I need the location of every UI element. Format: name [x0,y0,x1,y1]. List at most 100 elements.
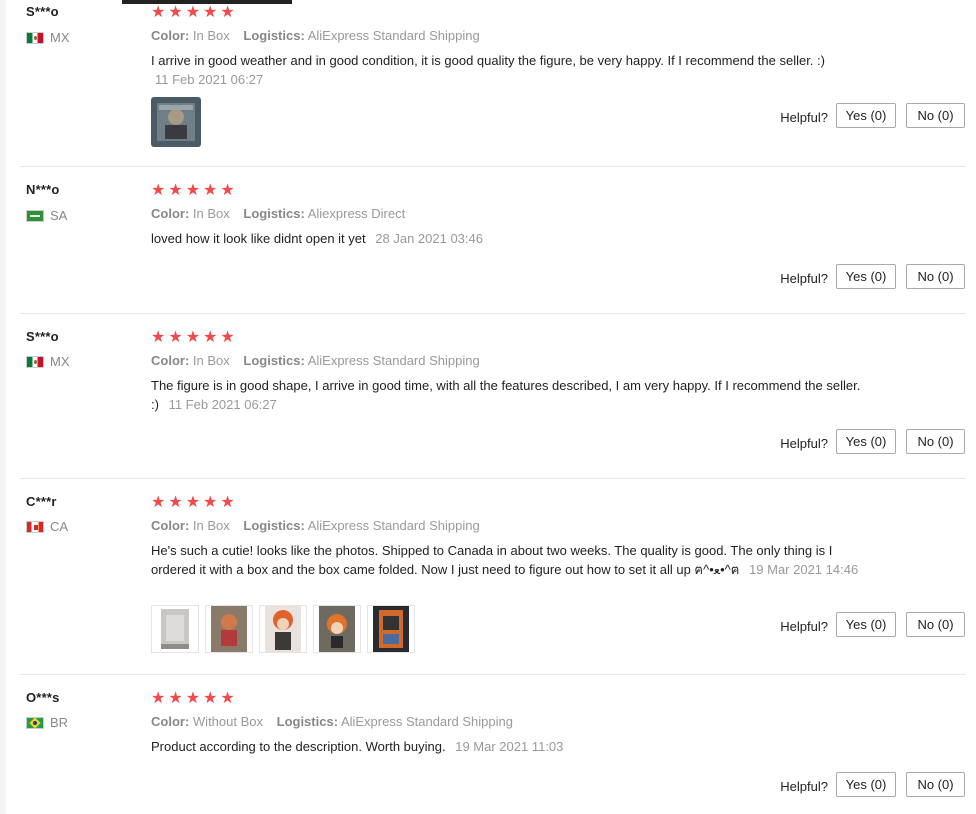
helpful-yes-button[interactable]: Yes (0) [836,264,896,289]
reviewer-name: S***o [26,4,59,19]
photo-box-art [373,606,409,652]
star-rating: ★ ★ ★ ★ ★ [151,330,235,346]
color-value: In Box [192,28,230,43]
helpful-yes-button[interactable]: Yes (0) [836,772,896,797]
color-value: In Box [192,353,230,368]
review-photo[interactable] [151,605,199,653]
reviewer-country: SA [26,208,67,223]
helpful-label: Helpful? [780,271,828,286]
star-icon: ★ [203,690,218,707]
review-meta: Color: In Box Logistics: AliExpress Stan… [151,353,490,368]
star-icon: ★ [151,4,166,21]
logistics-label: Logistics: [243,518,305,533]
helpful-label: Helpful? [780,110,828,125]
logistics-label: Logistics: [243,353,305,368]
reviewer-name: O***s [26,690,60,705]
star-icon: ★ [151,690,166,707]
star-icon: ★ [203,329,218,346]
logistics-value: AliExpress Standard Shipping [307,518,480,533]
review-meta: Color: Without Box Logistics: AliExpress… [151,714,523,729]
logistics-value: AliExpress Standard Shipping [307,353,480,368]
divider [20,313,966,314]
photo-package [161,609,189,649]
star-rating: ★ ★ ★ ★ ★ [151,691,235,707]
star-icon: ★ [203,182,218,199]
review-text: Product according to the description. Wo… [151,739,446,754]
photo-figure-head [319,606,355,652]
star-icon: ★ [220,494,235,511]
mexico-flag-icon [26,31,44,44]
divider [20,478,966,479]
review-text: He's such a cutie! looks like the photos… [151,543,833,577]
star-icon: ★ [168,4,183,21]
helpful-yes-button[interactable]: Yes (0) [836,429,896,454]
review-photo[interactable] [205,605,253,653]
review-text: loved how it look like didnt open it yet [151,231,366,246]
helpful-no-button[interactable]: No (0) [906,429,965,454]
star-icon: ★ [185,182,201,199]
helpful-yes-button[interactable]: Yes (0) [836,103,896,128]
star-icon: ★ [203,494,218,511]
review-text-block: Product according to the description. Wo… [151,737,861,756]
review-text-block: The figure is in good shape, I arrive in… [151,376,861,414]
review-date: 28 Jan 2021 03:46 [375,231,483,246]
review-photo[interactable] [313,605,361,653]
country-code: CA [50,519,69,534]
review-text: I arrive in good weather and in good con… [151,53,825,68]
review-date: 11 Feb 2021 06:27 [168,397,277,412]
color-label: Color: [151,353,190,368]
reviewer-name: S***o [26,329,59,344]
country-code: MX [50,354,70,369]
review-text-block: loved how it look like didnt open it yet… [151,229,861,248]
color-label: Color: [151,206,190,221]
star-icon: ★ [220,182,235,199]
review-meta: Color: In Box Logistics: AliExpress Stan… [151,28,490,43]
review-date: 19 Mar 2021 11:03 [455,739,564,754]
divider [20,674,966,675]
review-meta: Color: In Box Logistics: AliExpress Stan… [151,518,490,533]
photo-figure-back [211,606,247,652]
color-value: Without Box [192,714,263,729]
canada-flag-icon [26,520,44,533]
color-label: Color: [151,518,190,533]
review-photo[interactable] [367,605,415,653]
reviewer-country: CA [26,519,68,534]
reviewer-country: BR [26,715,68,730]
logistics-label: Logistics: [276,714,339,729]
helpful-yes-button[interactable]: Yes (0) [836,612,896,637]
country-code: SA [50,208,68,223]
logistics-label: Logistics: [243,206,305,221]
color-label: Color: [151,28,190,43]
star-icon: ★ [168,494,183,511]
reviewer-name: C***r [26,494,57,509]
helpful-no-button[interactable]: No (0) [906,103,965,128]
star-icon: ★ [151,329,166,346]
saudi-arabia-flag-icon [26,209,44,222]
star-rating: ★ ★ ★ ★ ★ [151,183,235,199]
review-meta: Color: In Box Logistics: Aliexpress Dire… [151,206,415,221]
review-text-block: He's such a cutie! looks like the photos… [151,541,861,579]
logistics-value: AliExpress Standard Shipping [340,714,513,729]
brazil-flag-icon [26,716,44,729]
helpful-no-button[interactable]: No (0) [906,264,965,289]
review-date: 11 Feb 2021 06:27 [155,72,264,87]
review-photo[interactable] [259,605,307,653]
star-icon: ★ [168,690,183,707]
review-photo[interactable] [151,97,201,147]
reviewer-country: MX [26,354,70,369]
star-rating: ★ ★ ★ ★ ★ [151,495,235,511]
star-icon: ★ [151,182,166,199]
logistics-value: AliExpress Standard Shipping [307,28,480,43]
photo-figure-front [265,606,301,652]
review-text-block: I arrive in good weather and in good con… [151,51,861,89]
mexico-flag-icon [26,355,44,368]
review-date: 19 Mar 2021 14:46 [749,562,859,577]
helpful-no-button[interactable]: No (0) [906,612,965,637]
star-icon: ★ [185,494,201,511]
divider [20,166,966,167]
star-icon: ★ [220,690,235,707]
helpful-no-button[interactable]: No (0) [906,772,965,797]
country-code: BR [50,715,69,730]
star-icon: ★ [220,4,235,21]
star-icon: ★ [168,329,183,346]
